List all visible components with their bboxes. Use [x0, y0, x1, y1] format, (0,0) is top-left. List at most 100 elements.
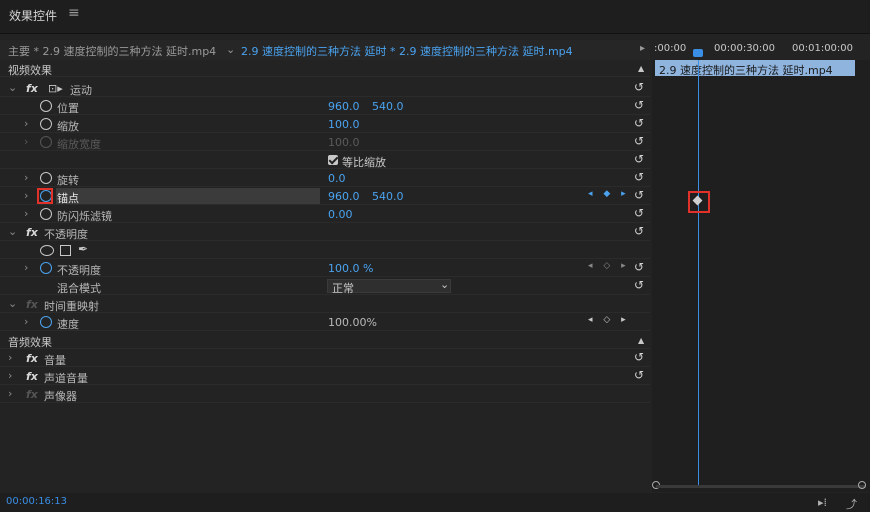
- stopwatch-icon: [40, 136, 52, 148]
- reset-icon[interactable]: ↺: [634, 188, 644, 202]
- playhead-handle[interactable]: [693, 49, 703, 57]
- channel-volume-row[interactable]: › fx 声道音量 ↺: [0, 368, 650, 385]
- opacity-label: 不透明度: [57, 264, 101, 277]
- keyframe-nav[interactable]: ◂ ◇ ▸: [588, 315, 630, 325]
- stopwatch-icon[interactable]: [40, 172, 52, 184]
- panel-title[interactable]: 效果控件: [9, 7, 57, 24]
- ellipse-mask-icon[interactable]: [40, 245, 54, 256]
- timecode[interactable]: 00:00:16:13: [6, 496, 67, 507]
- stopwatch-icon[interactable]: [40, 262, 52, 274]
- reset-icon[interactable]: ↺: [634, 224, 644, 238]
- panner-row[interactable]: › fx 声像器: [0, 386, 650, 403]
- reset-icon[interactable]: ↺: [634, 350, 644, 364]
- fx-icon: fx: [26, 388, 38, 401]
- playhead[interactable]: [698, 60, 699, 488]
- time-ruler[interactable]: ▸ :00:00 00:00:30:00 00:01:00:00: [640, 40, 870, 60]
- reset-icon[interactable]: ↺: [634, 80, 644, 94]
- timeline-clip[interactable]: 2.9 速度控制的三种方法 延时.mp4: [655, 60, 855, 77]
- pen-mask-icon[interactable]: ✒: [78, 242, 88, 256]
- stopwatch-icon[interactable]: [40, 208, 52, 220]
- opacity-effect-label: 不透明度: [44, 228, 88, 241]
- panel-title-bar: [0, 0, 870, 34]
- chevron-down-icon[interactable]: ⌄: [8, 225, 17, 238]
- anchor-label-highlight: [56, 188, 320, 204]
- keyframe-nav[interactable]: ◂ ◇ ▸: [588, 261, 630, 271]
- rotation-value[interactable]: 0.0: [328, 172, 346, 185]
- motion-label: 运动: [70, 84, 92, 97]
- reset-icon[interactable]: ↺: [634, 170, 644, 184]
- video-effects-header: 视频效果 ▲: [0, 60, 650, 77]
- reset-icon[interactable]: ↺: [634, 368, 644, 382]
- stopwatch-icon[interactable]: [40, 118, 52, 130]
- stopwatch-icon[interactable]: [40, 316, 52, 328]
- stopwatch-icon[interactable]: [40, 100, 52, 112]
- filter-playback-icon[interactable]: ▸⁞: [818, 496, 827, 509]
- keyframe-nav[interactable]: ◂ ◆ ▸: [588, 189, 630, 199]
- chevron-right-icon[interactable]: ›: [24, 207, 28, 220]
- chevron-right-icon[interactable]: ›: [24, 261, 28, 274]
- scale-value[interactable]: 100.0: [328, 118, 360, 131]
- keyframe-timeline[interactable]: [652, 40, 870, 492]
- reset-icon[interactable]: ↺: [634, 116, 644, 130]
- chevron-right-icon[interactable]: ›: [8, 369, 12, 382]
- reset-icon[interactable]: ↺: [634, 278, 644, 292]
- fx-icon[interactable]: fx: [26, 82, 38, 95]
- reset-icon[interactable]: ↺: [634, 152, 644, 166]
- collapse-icon[interactable]: ▲: [638, 64, 644, 73]
- antiflicker-value[interactable]: 0.00: [328, 208, 353, 221]
- master-clip-tab[interactable]: 主要 * 2.9 速度控制的三种方法 延时.mp4: [8, 43, 216, 59]
- rectangle-mask-icon[interactable]: [60, 245, 71, 256]
- volume-label: 音量: [44, 354, 66, 367]
- zoom-handle-right[interactable]: [858, 481, 866, 489]
- scale-width-label: 缩放宽度: [57, 138, 101, 151]
- chevron-right-icon[interactable]: ›: [24, 117, 28, 130]
- chevron-down-icon[interactable]: ⌄: [226, 43, 235, 56]
- reset-icon[interactable]: ↺: [634, 134, 644, 148]
- speed-row: › 速度 100.00% ◂ ◇ ▸: [0, 314, 650, 331]
- fx-icon[interactable]: fx: [26, 226, 38, 239]
- panner-label: 声像器: [44, 390, 77, 403]
- play-icon[interactable]: ▸: [640, 43, 645, 54]
- export-icon[interactable]: ⤴: [846, 496, 857, 512]
- chevron-right-icon[interactable]: ›: [24, 315, 28, 328]
- uniform-scale-checkbox[interactable]: [328, 155, 338, 165]
- time-remap-row[interactable]: ⌄ fx 时间重映射: [0, 296, 650, 313]
- chevron-right-icon[interactable]: ›: [24, 171, 28, 184]
- reset-icon[interactable]: ↺: [634, 260, 644, 274]
- ruler-mid: 00:00:30:00: [714, 43, 776, 54]
- sequence-clip-tab[interactable]: 2.9 速度控制的三种方法 延时 * 2.9 速度控制的三种方法 延时.mp4: [241, 43, 573, 59]
- scale-label: 缩放: [57, 120, 79, 133]
- position-label: 位置: [57, 102, 79, 115]
- blend-mode-select[interactable]: 正常 ⌄: [327, 278, 451, 295]
- opacity-value[interactable]: 100.0 %: [328, 262, 373, 275]
- timeline-scrollbar[interactable]: [656, 485, 866, 488]
- opacity-value-row: › 不透明度 100.0 % ◂ ◇ ▸ ↺: [0, 260, 650, 277]
- position-x-value[interactable]: 960.0: [328, 100, 360, 113]
- fx-icon[interactable]: fx: [26, 352, 38, 365]
- position-y-value[interactable]: 540.0: [372, 100, 404, 113]
- chevron-right-icon[interactable]: ›: [8, 387, 12, 400]
- volume-row[interactable]: › fx 音量 ↺: [0, 350, 650, 367]
- chevron-right-icon[interactable]: ›: [8, 351, 12, 364]
- motion-effect-row[interactable]: ⌄ fx ⊡▸ 运动 ↺: [0, 80, 650, 97]
- reset-icon[interactable]: ↺: [634, 98, 644, 112]
- panel-menu-icon[interactable]: ≡: [68, 5, 80, 21]
- collapse-icon[interactable]: ▲: [638, 336, 644, 345]
- chevron-right-icon[interactable]: ›: [24, 189, 28, 202]
- blend-mode-row: 混合模式 正常 ⌄ ↺: [0, 278, 650, 295]
- ruler-start: :00:00: [654, 43, 687, 54]
- antiflicker-label: 防闪烁滤镜: [57, 210, 112, 223]
- fx-icon[interactable]: fx: [26, 370, 38, 383]
- chevron-down-icon[interactable]: ⌄: [8, 297, 17, 310]
- rotation-row: › 旋转 0.0 ↺: [0, 170, 650, 187]
- channel-volume-label: 声道音量: [44, 372, 88, 385]
- chevron-down-icon[interactable]: ⌄: [8, 81, 17, 94]
- reset-icon[interactable]: ↺: [634, 206, 644, 220]
- opacity-effect-row[interactable]: ⌄ fx 不透明度 ↺: [0, 224, 650, 241]
- speed-value[interactable]: 100.00%: [328, 316, 377, 329]
- motion-transform-icon[interactable]: ⊡▸: [48, 82, 63, 95]
- blend-mode-label: 混合模式: [57, 282, 101, 295]
- anchor-y-value[interactable]: 540.0: [372, 190, 404, 203]
- scale-width-value: 100.0: [328, 136, 360, 149]
- anchor-x-value[interactable]: 960.0: [328, 190, 360, 203]
